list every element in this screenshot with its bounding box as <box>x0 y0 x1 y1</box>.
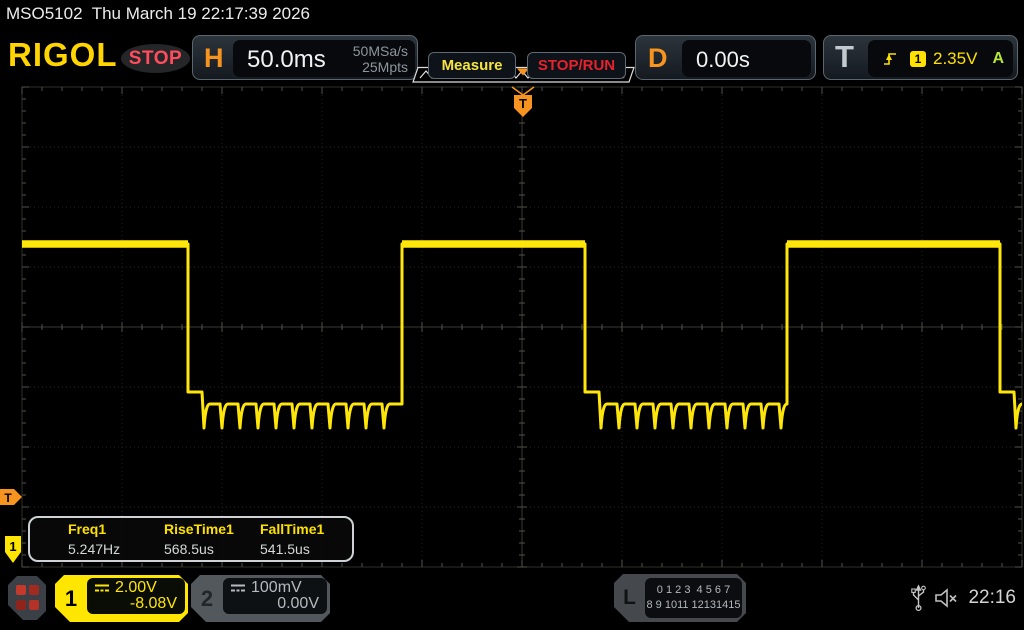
datetime: Thu March 19 22:17:39 2026 <box>92 4 310 23</box>
horizontal-panel[interactable]: H 50.0ms 50MSa/s 25Mpts <box>192 35 418 80</box>
channel2-offset: 0.00V <box>277 595 319 613</box>
digital-channels: 0 1 2 3 4 5 6 7 8 9 1011 12131415 <box>645 578 742 618</box>
red-tile-icon <box>16 585 26 595</box>
svg-text:1: 1 <box>9 539 16 554</box>
trigger-position-marker[interactable]: T <box>512 87 534 117</box>
statusbar-gap <box>83 4 92 23</box>
clock: 22:16 <box>968 587 1016 609</box>
timebase-value: 50.0ms <box>247 46 326 74</box>
dc-coupling-icon <box>94 582 110 594</box>
dc-coupling-icon <box>230 582 246 594</box>
channel2-box[interactable]: 2 100mV 0.00V <box>191 575 330 622</box>
stop-run-button[interactable]: STOP/RUN <box>527 52 626 79</box>
memory-depth: 25Mpts <box>353 59 408 75</box>
measurement-label: FallTime1 <box>260 521 324 537</box>
digital-row-1: 0 1 2 3 4 5 6 7 <box>657 583 730 598</box>
system-tray: 22:16 <box>911 582 1016 613</box>
red-tile-icon <box>29 585 39 595</box>
trigger-panel[interactable]: T 1 2.35V A <box>823 35 1018 80</box>
measure-button[interactable]: Measure <box>428 52 516 79</box>
measurement-label: RiseTime1 <box>164 521 234 537</box>
trigger-label: T <box>835 39 854 75</box>
channel2-number: 2 <box>191 575 223 622</box>
rising-edge-icon <box>882 51 898 67</box>
measurement-item: FallTime1 541.5us <box>260 521 324 557</box>
statusbar: MSO5102 Thu March 19 22:17:39 2026 <box>6 4 310 28</box>
red-tile-icon <box>16 600 26 610</box>
delay-inner: 0.00s <box>682 40 811 77</box>
speaker-muted-icon[interactable] <box>934 587 960 609</box>
trigger-mode: A <box>992 50 1004 68</box>
channel1-values: 2.00V -8.08V <box>87 578 185 614</box>
measurement-value: 5.247Hz <box>68 541 120 557</box>
logic-analyzer-box[interactable]: L 0 1 2 3 4 5 6 7 8 9 1011 12131415 <box>614 574 746 622</box>
function-grid-button[interactable] <box>8 576 46 620</box>
measurement-label: Freq1 <box>68 521 120 537</box>
trigger-source-badge: 1 <box>910 51 926 67</box>
acquisition-info: 50MSa/s 25Mpts <box>353 43 408 75</box>
horizontal-label: H <box>204 43 224 74</box>
channel1-box[interactable]: 1 2.00V -8.08V <box>55 575 188 622</box>
model-name: MSO5102 <box>6 4 83 23</box>
rigol-logo: RIGOL <box>8 36 118 74</box>
trigger-level-value: 2.35V <box>933 49 977 69</box>
channel1-position-marker[interactable]: 1 <box>5 536 21 563</box>
oscilloscope-screen: MSO5102 Thu March 19 22:17:39 2026 RIGOL… <box>0 0 1024 630</box>
measurement-item: Freq1 5.247Hz <box>68 521 120 557</box>
header-bar: RIGOL STOP H 50.0ms 50MSa/s 25Mpts Measu… <box>0 30 1024 82</box>
measurement-item: RiseTime1 568.5us <box>164 521 234 557</box>
red-tile-icon <box>29 600 39 610</box>
measurement-panel[interactable]: Freq1 5.247Hz RiseTime1 568.5us FallTime… <box>28 516 354 562</box>
channel2-values: 100mV 0.00V <box>223 578 327 614</box>
run-state-badge: STOP <box>121 44 190 73</box>
measurement-value: 541.5us <box>260 541 324 557</box>
usb-icon[interactable] <box>911 582 926 613</box>
svg-text:T: T <box>4 491 12 505</box>
delay-label: D <box>648 43 668 74</box>
bottom-bar: 1 2.00V -8.08V 2 <box>0 570 1024 630</box>
svg-text:T: T <box>519 96 527 111</box>
delay-value: 0.00s <box>696 47 750 73</box>
logic-analyzer-label: L <box>614 574 645 622</box>
delay-panel[interactable]: D 0.00s <box>635 35 816 80</box>
channel1-offset: -8.08V <box>130 595 177 613</box>
digital-row-2: 8 9 1011 12131415 <box>647 598 741 613</box>
trigger-level-marker[interactable]: T <box>0 489 22 505</box>
sample-rate: 50MSa/s <box>353 43 408 59</box>
measurement-value: 568.5us <box>164 541 234 557</box>
horizontal-inner: 50.0ms 50MSa/s 25Mpts <box>233 40 415 77</box>
channel1-number: 1 <box>55 575 87 622</box>
trigger-inner: 1 2.35V A <box>868 40 1013 77</box>
